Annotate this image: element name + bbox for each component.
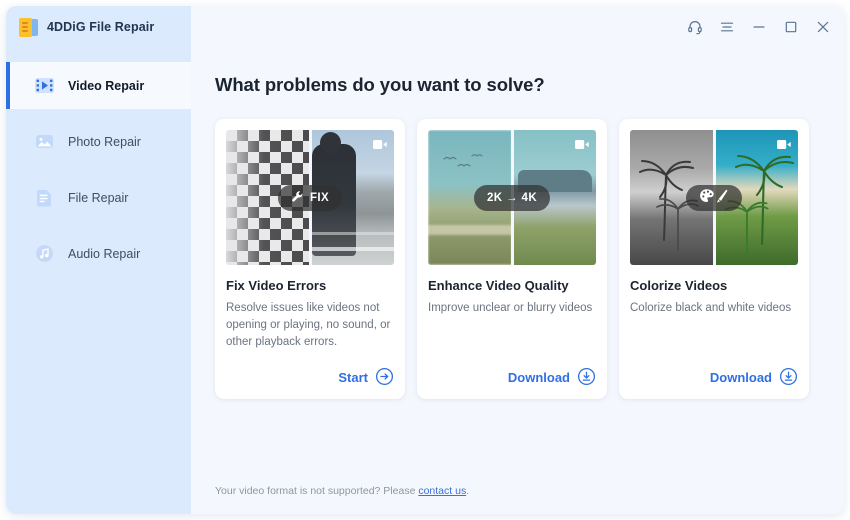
sidebar-item-audio-repair[interactable]: Audio Repair [6,230,191,277]
card-thumbnail-colorize-videos [630,130,798,265]
card-description: Improve unclear or blurry videos [428,302,593,314]
card-thumbnail-fix-video-errors: FIX [226,130,394,265]
document-icon [33,187,55,209]
support-headset-icon[interactable] [686,19,703,36]
sidebar: Video Repair Photo Repair File Repair Au… [6,48,191,514]
palette-brush-icon [699,188,729,207]
app-body: Video Repair Photo Repair File Repair Au… [6,48,844,514]
solution-cards: FIX Fix Video Errors Resolve issues like… [215,119,820,399]
start-button[interactable]: Start [226,351,394,389]
card-enhance-video-quality[interactable]: 2K → 4K Enhance Video Quality Improve un… [417,119,607,399]
video-camera-icon [575,137,589,155]
page-title: What problems do you want to solve? [215,74,545,95]
card-action-label: Download [709,370,772,386]
download-circle-icon [779,367,798,389]
card-action-label: Download [507,370,570,386]
card-description: Resolve issues like videos not opening o… [226,302,391,348]
title-bar: 4DDiG File Repair [6,6,844,48]
sidebar-item-label: Video Repair [68,78,145,93]
sidebar-item-label: Audio Repair [68,246,141,261]
footer-note: Your video format is not supported? Plea… [215,485,469,497]
video-film-icon [33,75,55,97]
card-badge-colorize [686,184,742,211]
birds-decoration [442,152,494,179]
download-circle-icon [577,367,596,389]
card-badge-resolution: 2K → 4K [473,184,551,211]
app-title: 4DDiG File Repair [47,20,155,34]
maximize-icon[interactable] [782,19,799,36]
window-controls [686,6,831,48]
footer-text-after: . [466,485,470,497]
card-title: Fix Video Errors [226,278,327,293]
contact-us-link[interactable]: contact us [418,485,466,497]
card-title: Colorize Videos [630,278,728,293]
title-bar-brand: 4DDiG File Repair [6,6,191,48]
music-note-icon [33,243,55,265]
close-icon[interactable] [814,19,831,36]
minimize-icon[interactable] [750,19,767,36]
card-fix-video-errors[interactable]: FIX Fix Video Errors Resolve issues like… [215,119,405,399]
sidebar-item-file-repair[interactable]: File Repair [6,174,191,221]
footer-text-before: Your video format is not supported? Plea… [215,485,419,497]
sidebar-item-label: File Repair [68,190,129,205]
card-action-label: Start [338,370,368,386]
image-icon [33,131,55,153]
download-button[interactable]: Download [630,351,798,389]
video-camera-icon [373,137,387,155]
card-badge-fix: FIX [277,184,343,211]
app-document-icon [19,17,38,37]
card-badge-text: FIX [309,191,330,204]
card-description: Colorize black and white videos [630,302,792,314]
sidebar-item-photo-repair[interactable]: Photo Repair [6,118,191,165]
arrow-right-circle-icon [375,367,394,389]
download-button[interactable]: Download [428,351,596,389]
main-content: What problems do you want to solve? FIX … [191,48,844,514]
sidebar-item-label: Photo Repair [68,134,141,149]
wrench-icon [291,190,304,206]
video-camera-icon [777,137,791,155]
app-window: 4DDiG File Repair Video Repair Photo Rep… [6,6,844,514]
card-title: Enhance Video Quality [428,278,569,293]
card-colorize-videos[interactable]: Colorize Videos Colorize black and white… [619,119,809,399]
card-thumbnail-enhance-video-quality: 2K → 4K [428,130,596,265]
sidebar-item-video-repair[interactable]: Video Repair [6,62,191,109]
menu-icon[interactable] [718,19,735,36]
